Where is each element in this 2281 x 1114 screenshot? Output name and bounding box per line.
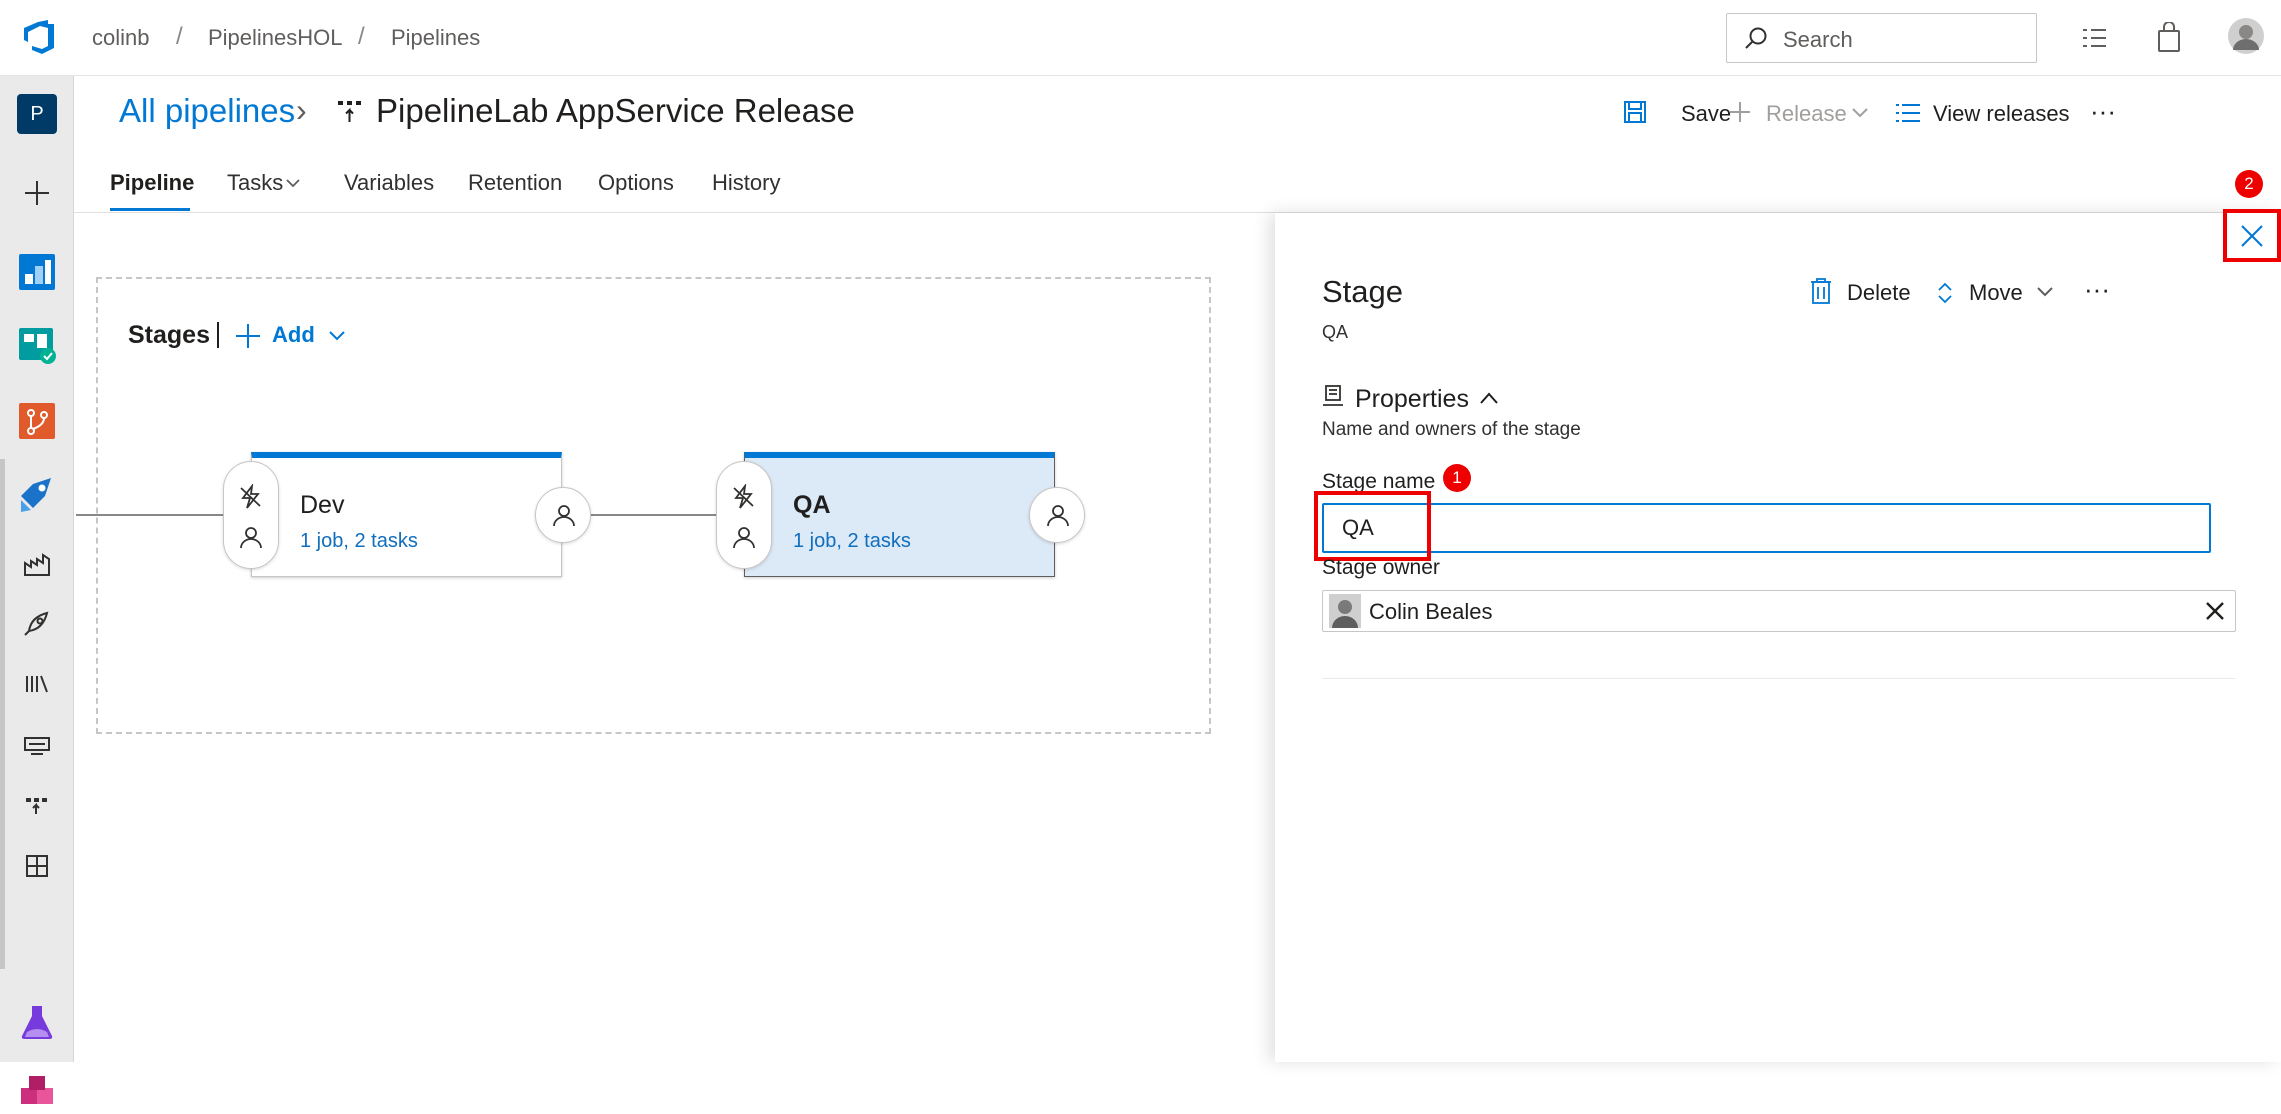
selected-tab-indicator [110,208,190,211]
approver-person-icon [1045,502,1071,528]
properties-section-header[interactable]: Properties [1355,385,1469,414]
stages-label: Stages [128,321,210,349]
test-plans-icon[interactable] [17,1002,57,1042]
stage-card-qa[interactable]: QA 1 job, 2 tasks [744,452,1055,577]
tab-tasks[interactable]: Tasks [227,170,283,196]
chevron-up-icon[interactable] [1479,391,1499,405]
panel-title: Stage [1322,274,1404,309]
close-icon[interactable] [2240,224,2264,248]
library-icon[interactable] [17,664,57,704]
release-pipeline-icon [337,98,363,124]
azure-devops-logo[interactable] [18,16,58,56]
properties-description: Name and owners of the stage [1322,419,1581,440]
builds-icon[interactable] [17,543,57,583]
search-icon [1743,26,1769,52]
pipelines-icon[interactable] [17,474,57,514]
stage-job-summary-link[interactable]: 1 job, 2 tasks [793,530,911,553]
tab-options[interactable]: Options [598,170,674,196]
deployment-groups-icon[interactable] [17,784,57,824]
artifact-connector [76,514,226,516]
user-avatar[interactable] [2228,18,2264,54]
clear-owner-close-icon[interactable] [2205,601,2225,621]
artifacts-icon[interactable] [17,1074,57,1114]
releases-rocket-icon[interactable] [17,603,57,643]
owner-name: Colin Beales [1369,599,1493,624]
stage-job-summary-link[interactable]: 1 job, 2 tasks [300,530,418,553]
breadcrumb-section[interactable]: Pipelines [391,25,480,51]
marketplace-bag-icon[interactable] [2155,22,2183,54]
trigger-lightning-icon [731,484,757,510]
stage-card-dev[interactable]: Dev 1 job, 2 tasks [251,452,562,577]
all-pipelines-link[interactable]: All pipelines [119,92,295,130]
delete-trash-icon [1810,278,1832,304]
stage-properties-panel [1275,213,2281,1062]
approver-person-icon [731,524,757,550]
properties-icon [1322,384,1344,408]
tab-history[interactable]: History [712,170,780,196]
move-chevron-down-icon[interactable] [2036,286,2054,298]
stages-divider [217,322,219,348]
project-avatar[interactable]: P [17,94,57,134]
delete-button[interactable]: Delete [1847,280,1911,306]
approver-person-icon [238,524,264,550]
work-items-icon[interactable] [2080,24,2108,52]
breadcrumb-project[interactable]: PipelinesHOL [208,25,343,51]
add-stage-button[interactable]: Add [272,322,315,348]
breadcrumb-org[interactable]: colinb [92,25,149,51]
stage-name-input[interactable] [1322,503,2211,553]
task-groups-icon[interactable] [17,726,57,766]
move-updown-icon [1937,281,1953,305]
trigger-lightning-icon [238,484,264,510]
panel-subtitle: QA [1322,322,1349,342]
repos-icon[interactable] [17,401,57,441]
search-input[interactable]: Search [1726,13,2037,63]
release-plus-icon [1728,100,1752,124]
more-actions-button[interactable]: ··· [2090,96,2116,127]
callout-badge-1: 1 [1443,464,1471,492]
overview-icon[interactable] [17,252,57,292]
save-icon [1623,100,1647,124]
post-deployment-conditions-qa[interactable] [1029,487,1085,543]
view-releases-button[interactable]: View releases [1933,101,2070,127]
release-chevron-down-icon[interactable] [1851,107,1869,119]
approver-person-icon [551,502,577,528]
search-placeholder: Search [1783,27,1853,52]
pipeline-title: PipelineLab AppService Release [376,92,855,129]
tab-retention[interactable]: Retention [468,170,562,196]
pipelines-section-indicator [0,459,5,969]
left-navigation: P [0,76,74,1104]
panel-divider [1322,678,2236,679]
move-button[interactable]: Move [1969,280,2023,306]
tab-pipeline[interactable]: Pipeline [110,170,194,196]
breadcrumb-chevron: › [296,92,307,128]
add-plus-icon[interactable] [235,323,261,349]
boards-icon[interactable] [17,326,57,366]
stage-connector [589,514,719,516]
view-releases-list-icon [1896,102,1920,124]
stage-name: Dev [300,491,345,519]
new-plus-icon[interactable] [17,173,57,213]
callout-badge-2: 2 [2235,170,2263,198]
breadcrumb-separator: / [176,23,183,50]
pre-deployment-conditions-dev[interactable] [223,461,279,569]
xaml-grid-icon[interactable] [17,846,57,886]
pre-deployment-conditions-qa[interactable] [716,461,772,569]
tab-variables[interactable]: Variables [344,170,434,196]
breadcrumb-separator: / [358,23,365,50]
post-deployment-conditions-dev[interactable] [535,487,591,543]
release-button[interactable]: Release [1766,101,1847,127]
callout-highlight-stage-name [1314,491,1431,561]
stage-owner-picker[interactable]: Colin Beales [1322,590,2236,632]
tasks-chevron-down-icon[interactable] [285,178,301,188]
add-chevron-down-icon[interactable] [328,330,346,342]
top-bar: colinb / PipelinesHOL / Pipelines Search [0,0,2281,76]
panel-more-button[interactable]: ··· [2084,274,2110,305]
owner-avatar [1329,594,1361,628]
stage-name: QA [793,491,831,519]
stage-owner-label: Stage owner [1322,556,1440,579]
save-button[interactable]: Save [1681,101,1731,127]
